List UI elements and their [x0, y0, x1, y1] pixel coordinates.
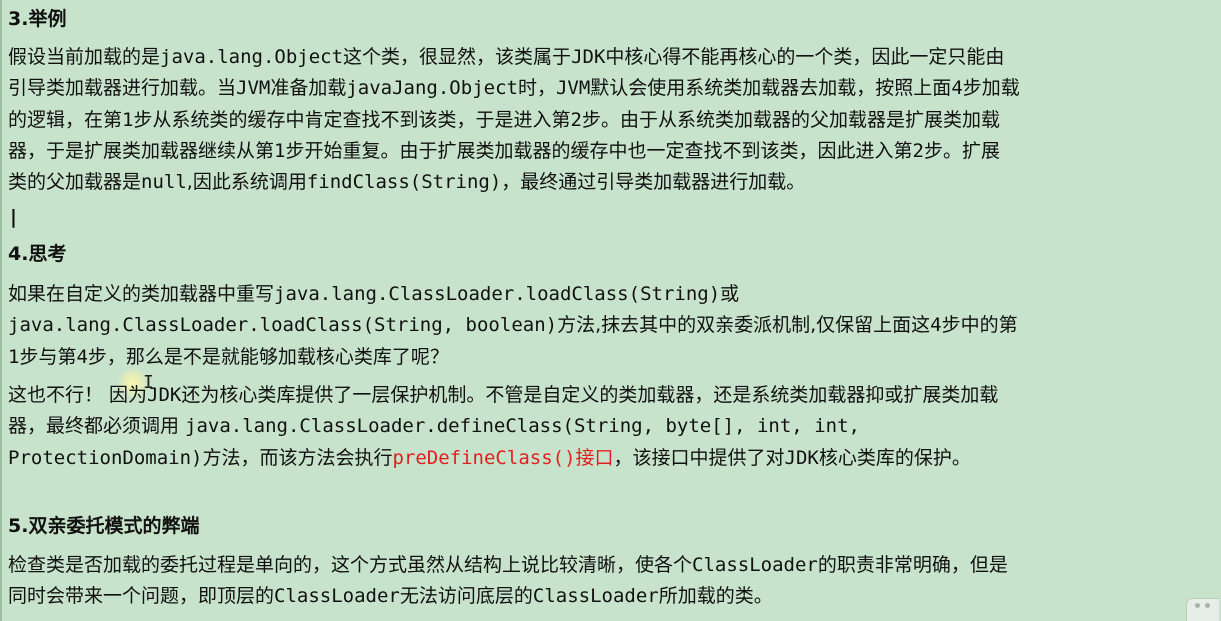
- question-line-3: 1步与第4步，那么是不是就能够加载核心类库了呢？: [8, 345, 449, 368]
- section-heading-example: 3.举例: [8, 8, 67, 30]
- section-drawbacks: 5.双亲委托模式的弊端: [8, 513, 199, 539]
- drawbacks-line-2: 同时会带来一个问题，即顶层的ClassLoader无法访问底层的ClassLoa…: [8, 585, 773, 608]
- example-line-4: 器，于是扩展类加载器继续从第1步开始重复。由于扩展类加载器的缓存中也一定查找不到…: [8, 139, 1000, 162]
- text-cursor: |: [10, 206, 17, 228]
- question-line-1: 如果在自定义的类加载器中重写java.lang.ClassLoader.load…: [8, 283, 740, 305]
- paragraph-drawbacks[interactable]: 检查类是否加载的委托过程是单向的，这个方式虽然从结构上说比较清晰，使各个Clas…: [8, 550, 1008, 613]
- example-line-1: 假设当前加载的是java.lang.Object这个类，很显然，该类属于JDK中…: [8, 46, 1005, 68]
- example-line-5: 类的父加载器是null,因此系统调用findClass(String)，最终通过…: [8, 171, 806, 194]
- corner-logo-icon: [1186, 598, 1219, 621]
- section-thinking: 4.思考: [8, 241, 66, 267]
- paragraph-example[interactable]: 假设当前加载的是java.lang.Object这个类，很显然，该类属于JDK中…: [8, 42, 1020, 198]
- section-heading-drawbacks: 5.双亲委托模式的弊端: [8, 515, 200, 537]
- answer-line-1: 这也不行！ 因为JDK还为核心类库提供了一层保护机制。不管是自定义的类加载器，还…: [8, 384, 999, 406]
- predefineclass-highlight: preDefineClass(): [392, 446, 576, 469]
- section-example: 3.举例: [8, 6, 66, 32]
- answer-line-2: 器，最终都必须调用 java.lang.ClassLoader.defineCl…: [8, 415, 860, 438]
- drawbacks-line-1: 检查类是否加载的委托过程是单向的，这个方式虽然从结构上说比较清晰，使各个Clas…: [8, 554, 1008, 576]
- example-line-2: 引导类加载器进行加载。当JVM准备加载javaJang.Object时，JVM默…: [8, 77, 1020, 100]
- answer-line-3: ProtectionDomain)方法，而该方法会执行preDefineClas…: [8, 446, 971, 469]
- paragraph-answer[interactable]: 这也不行！ 因为JDK还为核心类库提供了一层保护机制。不管是自定义的类加载器，还…: [8, 380, 998, 474]
- left-border: [0, 0, 2, 621]
- document-page: 3.举例 假设当前加载的是java.lang.Object这个类，很显然，该类属…: [0, 0, 1221, 621]
- section-heading-thinking: 4.思考: [8, 243, 67, 265]
- example-line-3: 的逻辑，在第1步从系统类的缓存中肯定查找不到该类，于是进入第2步。由于从系统类加…: [8, 108, 1000, 131]
- paragraph-question[interactable]: 如果在自定义的类加载器中重写java.lang.ClassLoader.load…: [8, 279, 1018, 373]
- question-line-2: java.lang.ClassLoader.loadClass(String, …: [8, 314, 1018, 337]
